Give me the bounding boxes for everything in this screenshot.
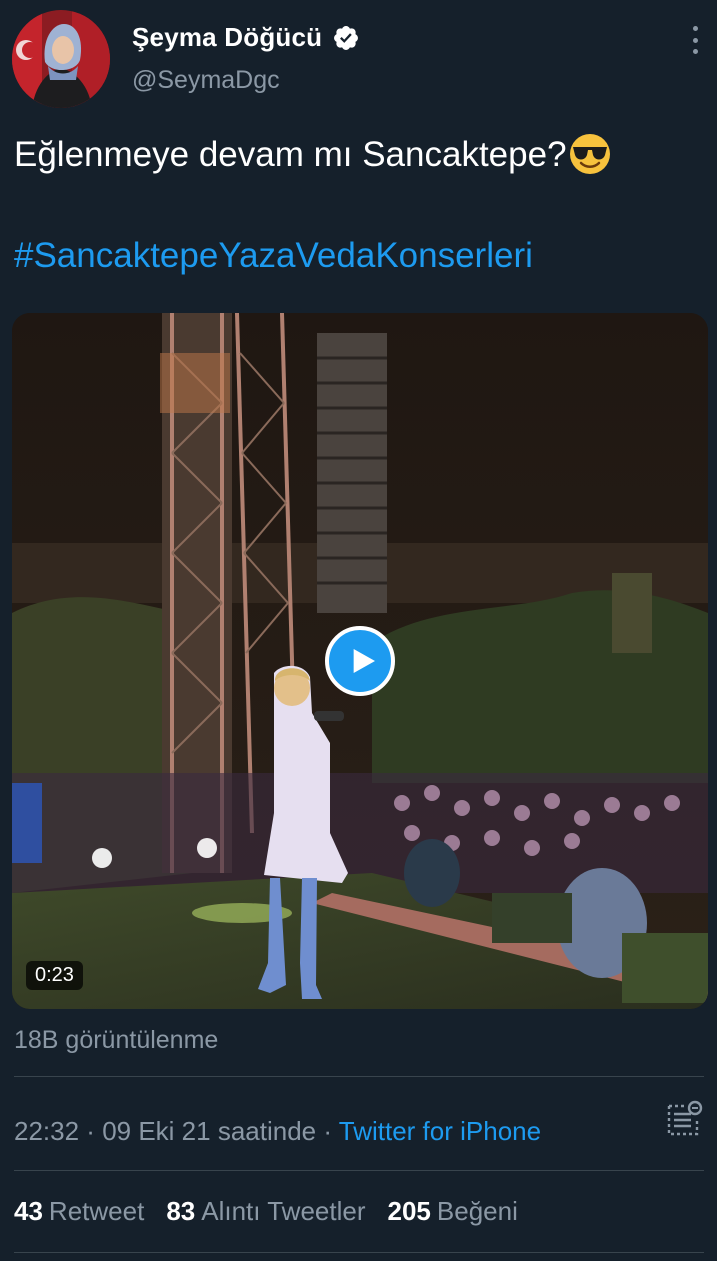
play-icon [353, 649, 375, 673]
profile-photo [12, 10, 110, 108]
play-button[interactable] [325, 626, 395, 696]
quote-tweet-label: Alıntı Tweetler [201, 1196, 366, 1226]
name-row: Şeyma Döğücü [132, 22, 360, 53]
hashtag-link[interactable]: #SancaktepeYazaVedaKonserleri [14, 236, 533, 276]
divider [14, 1252, 704, 1253]
analytics-icon[interactable] [663, 1100, 703, 1140]
view-count[interactable]: 18B görüntülenme [14, 1026, 218, 1055]
retweet-stat[interactable]: 43 Retweet [14, 1196, 144, 1227]
tweet-header: Şeyma Döğücü @SeymaDgc [0, 0, 717, 110]
retweet-label: Retweet [48, 1196, 145, 1226]
divider [14, 1170, 704, 1171]
more-options-icon[interactable] [691, 26, 699, 54]
like-stat[interactable]: 205 Beğeni [388, 1196, 518, 1227]
user-handle[interactable]: @SeymaDgc [132, 66, 280, 95]
divider [14, 1076, 704, 1077]
tweet-date[interactable]: 09 Eki 21 saatinde [102, 1116, 316, 1146]
like-label: Beğeni [436, 1196, 518, 1226]
quote-tweet-count: 83 [166, 1196, 196, 1226]
tweet-text: Eğlenmeye devam mı Sancaktepe? [14, 132, 704, 178]
sunglasses-emoji-icon [569, 134, 610, 174]
quote-tweet-stat[interactable]: 83 Alıntı Tweetler [166, 1196, 365, 1227]
avatar[interactable] [12, 10, 110, 108]
retweet-count: 43 [14, 1196, 43, 1226]
tweet-time[interactable]: 22:32 [14, 1116, 79, 1146]
separator: · [316, 1116, 339, 1146]
tweet-source-link[interactable]: Twitter for iPhone [339, 1116, 541, 1146]
tweet-body: Eğlenmeye devam mı Sancaktepe? [14, 135, 567, 174]
engagement-stats: 43 Retweet 83 Alıntı Tweetler 205 Beğeni [14, 1196, 518, 1227]
video-player[interactable]: 0:23 [12, 313, 708, 1009]
tweet-metadata: 22:32 · 09 Eki 21 saatinde · Twitter for… [14, 1116, 541, 1147]
verified-badge-icon [334, 25, 359, 50]
like-count: 205 [387, 1196, 431, 1226]
video-duration: 0:23 [26, 961, 83, 990]
display-name[interactable]: Şeyma Döğücü [132, 22, 322, 53]
separator: · [79, 1116, 103, 1146]
